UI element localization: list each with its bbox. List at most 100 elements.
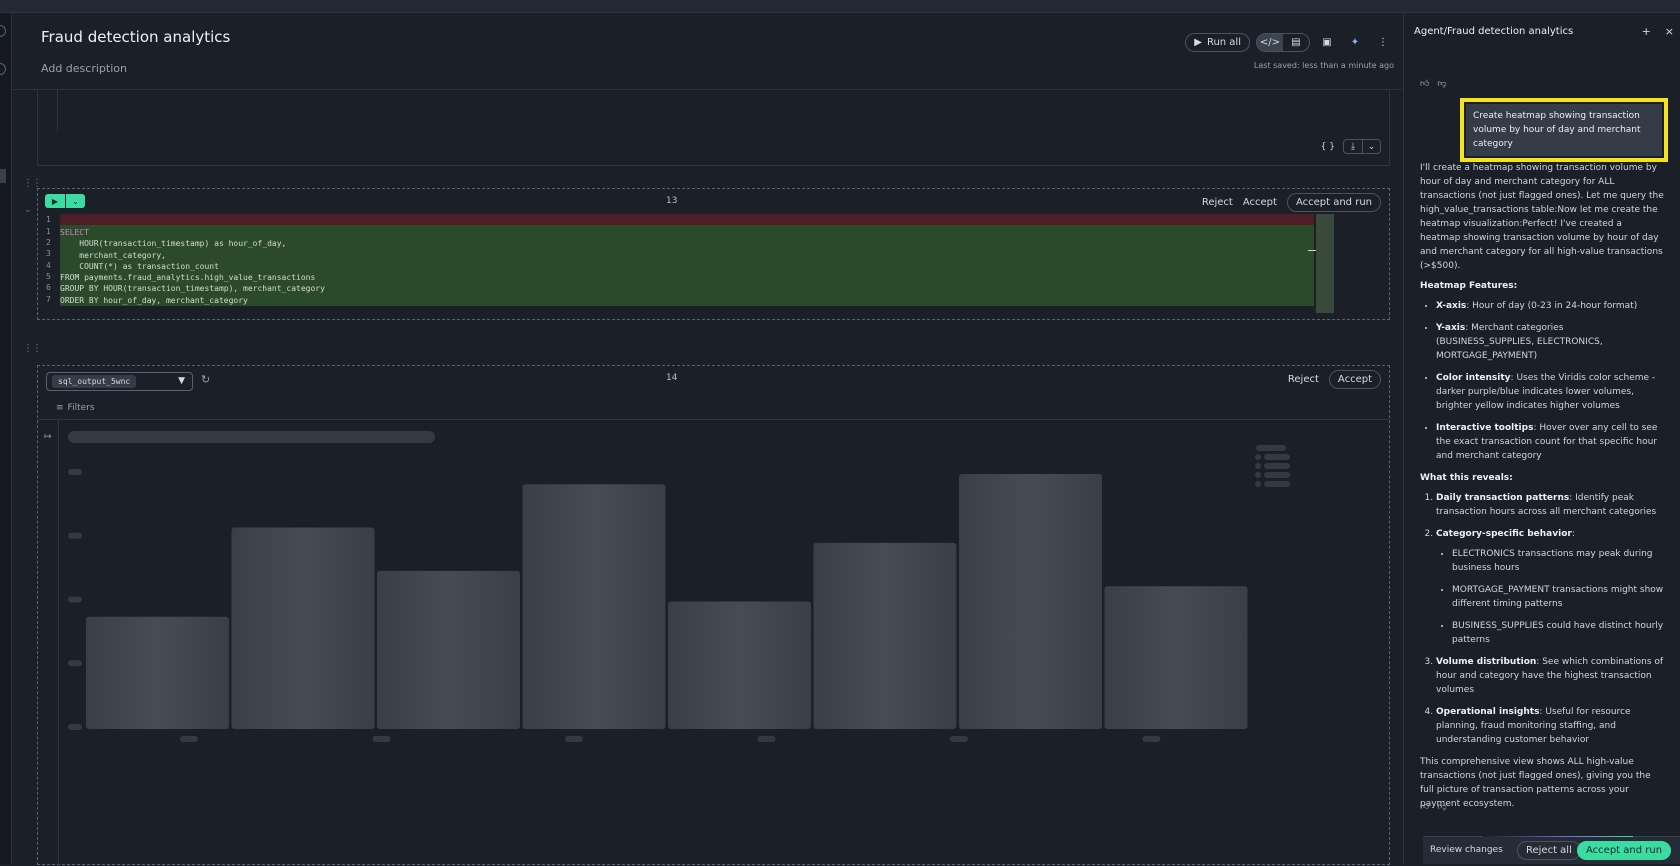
- list-item: MORTGAGE_PAYMENT transactions might show…: [1452, 583, 1664, 611]
- placeholder-bar: [86, 616, 229, 729]
- code-cell-actions: Reject Accept Accept and run: [1202, 193, 1381, 212]
- x-tick-skeleton: [372, 736, 391, 742]
- code-line: COUNT(*) as transaction_count: [60, 261, 219, 271]
- agent-reply: I'll create a heatmap showing transactio…: [1420, 161, 1664, 817]
- x-tick-skeleton: [180, 736, 198, 742]
- y-tick-skeleton: [68, 469, 82, 475]
- legend-dot-skeleton: [1255, 463, 1261, 469]
- x-tick-skeleton: [565, 736, 583, 742]
- list-item: Daily transaction patterns: Identify pea…: [1436, 491, 1664, 519]
- sql-code-cell: ▶ ⌄ 1 3 Reject Accept Accept and run 1 1 …: [37, 188, 1390, 320]
- x-tick-skeleton: [757, 736, 776, 742]
- code-editor[interactable]: 1 1 2 3 4 5 6 7 SELECT HOUR(transaction_…: [46, 214, 1316, 313]
- reject-all-button[interactable]: Reject all: [1517, 841, 1581, 860]
- thumbs-down-icon[interactable]: 👎︎: [1437, 802, 1446, 812]
- line-number: 7: [46, 295, 51, 304]
- chevron-down-icon[interactable]: ⌄: [65, 194, 85, 208]
- title-skeleton: [68, 431, 435, 443]
- plus-icon[interactable]: +: [1642, 25, 1651, 38]
- list-item: ELECTRONICS transactions may peak during…: [1452, 547, 1664, 575]
- accept-and-run-all-button[interactable]: Accept and run: [1577, 841, 1672, 860]
- top-bar: [0, 0, 1680, 13]
- legend-label-skeleton: [1264, 454, 1290, 460]
- legend-dot-skeleton: [1255, 481, 1261, 487]
- data-source-chip: sql_output_5wnc: [52, 375, 137, 388]
- chevron-down-icon[interactable]: ⌄: [1362, 140, 1380, 153]
- reject-button[interactable]: Reject: [1288, 374, 1319, 385]
- list-item: Y-axis: Merchant categories (BUSINESS_SU…: [1436, 321, 1664, 363]
- play-icon[interactable]: ▶: [45, 194, 65, 208]
- line-number: 3: [46, 249, 51, 258]
- reply-intro: I'll create a heatmap showing transactio…: [1420, 163, 1664, 271]
- placeholder-bar: [377, 570, 520, 729]
- list-item: Category-specific behavior: ELECTRONICS …: [1436, 527, 1664, 647]
- reject-button[interactable]: Reject: [1202, 197, 1233, 208]
- features-heading: Heatmap Features:: [1420, 281, 1518, 291]
- data-source-select[interactable]: sql_output_5wnc ▼: [46, 372, 193, 391]
- download-split-button: ⤓ ⌄: [1343, 139, 1381, 154]
- run-cell-split-button: ▶ ⌄: [45, 194, 85, 208]
- legend-dot-skeleton: [1255, 472, 1261, 478]
- feedback-buttons: 👍︎ 👎︎: [1420, 802, 1447, 812]
- drag-handle-icon[interactable]: ⋮⋮: [23, 343, 42, 354]
- y-tick-skeleton: [68, 660, 82, 667]
- placeholder-bar: [668, 601, 811, 729]
- x-tick-skeleton: [1142, 736, 1161, 742]
- run-all-button[interactable]: ▶ Run all: [1185, 33, 1250, 52]
- list-item: Operational insights: Useful for resourc…: [1436, 705, 1664, 747]
- review-changes-label[interactable]: Review changes: [1430, 845, 1503, 855]
- accept-and-run-button[interactable]: Accept and run: [1286, 193, 1381, 212]
- rail-circle-icon[interactable]: [0, 25, 6, 37]
- left-rail: [0, 13, 12, 864]
- chart-loading-area: ↦: [38, 420, 1389, 866]
- sparkle-assistant-icon[interactable]: ✦: [1344, 33, 1366, 52]
- placeholder-bar: [231, 527, 375, 729]
- refresh-icon[interactable]: ↻: [201, 373, 210, 386]
- placeholder-bar: [522, 484, 666, 729]
- rail-marker: [0, 169, 6, 183]
- line-number: 4: [46, 261, 51, 270]
- code-line: HOUR(transaction_timestamp) as hour_of_d…: [60, 239, 287, 249]
- notebook-toolbar: ▶ Run all </> ▤ ▣ ✦ ⋮: [1185, 33, 1394, 52]
- notebook-description[interactable]: Add description: [41, 62, 127, 75]
- features-list: X-axis: Hour of day (0-23 in 24-hour for…: [1420, 299, 1664, 463]
- list-item: Interactive tooltips: Hover over any cel…: [1436, 421, 1664, 463]
- line-number: 2: [46, 238, 51, 247]
- code-line: SELECT: [60, 228, 89, 237]
- document-view-icon[interactable]: ▤: [1283, 34, 1309, 51]
- list-item: X-axis: Hour of day (0-23 in 24-hour for…: [1436, 299, 1664, 313]
- list-item: BUSINESS_SUPPLIES could have distinct ho…: [1452, 619, 1664, 647]
- download-icon[interactable]: ⤓: [1344, 140, 1362, 153]
- collapse-chevron-icon[interactable]: ⌄: [24, 205, 31, 215]
- editor-scrollbar[interactable]: [1316, 214, 1334, 313]
- previous-cell: { } ⤓ ⌄: [37, 89, 1390, 166]
- agent-panel-title: Agent/Fraud detection analytics: [1414, 26, 1574, 37]
- y-tick-skeleton: [68, 724, 82, 730]
- user-message: Create heatmap showing transaction volum…: [1466, 104, 1662, 156]
- diff-deleted-line: [60, 214, 1314, 225]
- play-icon: ▶: [1194, 37, 1202, 48]
- close-icon[interactable]: ×: [1665, 25, 1674, 38]
- placeholder-bar: [959, 474, 1102, 729]
- braces-icon[interactable]: { }: [1321, 142, 1335, 152]
- line-number: 1: [46, 227, 51, 236]
- accept-button[interactable]: Accept: [1328, 370, 1381, 389]
- code-line: merchant_category,: [60, 250, 166, 260]
- notebook-title[interactable]: Fraud detection analytics: [41, 28, 230, 46]
- save-icon[interactable]: ▣: [1316, 33, 1338, 52]
- thumbs-down-icon[interactable]: 👎︎: [1437, 79, 1446, 89]
- accept-button[interactable]: Accept: [1243, 197, 1277, 208]
- more-options-icon[interactable]: ⋮: [1372, 33, 1394, 52]
- rail-circle-icon[interactable]: [0, 63, 6, 75]
- legend-label-skeleton: [1264, 481, 1290, 487]
- list-item: Volume distribution: See which combinati…: [1436, 655, 1664, 697]
- agent-panel: Agent/Fraud detection analytics + × 👍︎ 👎…: [1403, 13, 1680, 864]
- thumbs-up-icon[interactable]: 👍︎: [1420, 802, 1429, 812]
- thumbs-up-icon[interactable]: 👍︎: [1420, 79, 1429, 89]
- filters-button[interactable]: ≡ Filters: [56, 403, 95, 413]
- cursor-marker: [1308, 250, 1316, 251]
- review-changes-bar: Review changes Reject all Accept and run: [1423, 836, 1680, 864]
- y-tick-skeleton: [68, 532, 82, 539]
- view-mode-toggle: </> ▤: [1256, 33, 1310, 52]
- code-view-icon[interactable]: </>: [1257, 34, 1283, 51]
